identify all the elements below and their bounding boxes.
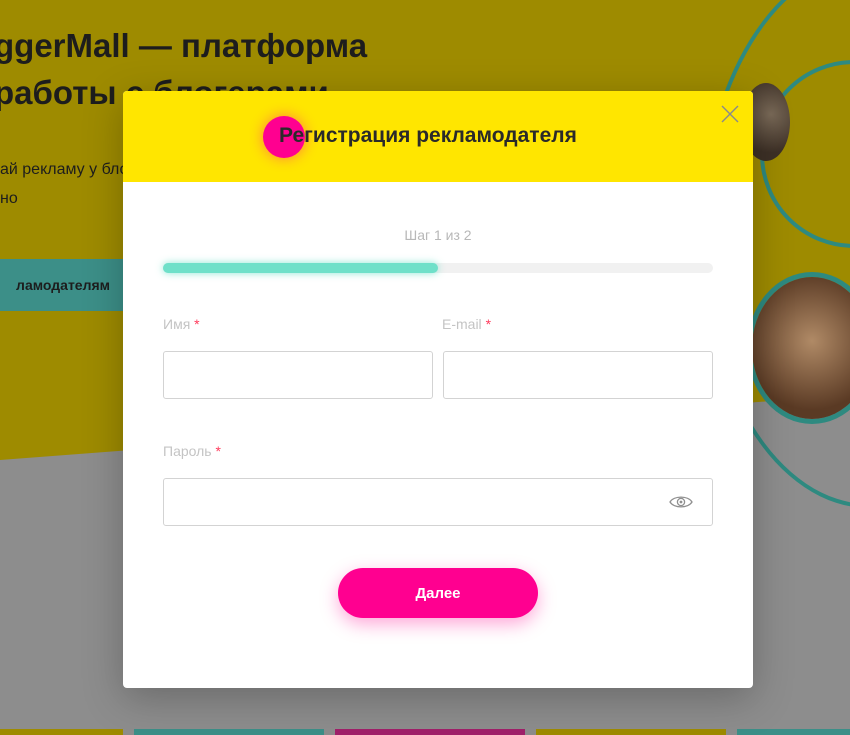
progress-bar <box>163 263 713 273</box>
email-input[interactable] <box>443 351 713 399</box>
required-mark: * <box>215 443 221 459</box>
advertisers-cta-button[interactable]: ламодателям <box>0 259 140 311</box>
hero-subtitle-line: но <box>0 190 18 207</box>
hero-title-line: ggerMall — платформа <box>0 27 368 64</box>
hero-subtitle: ай рекламу у бло но <box>0 155 128 213</box>
name-label-text: Имя <box>163 316 191 332</box>
hero-subtitle-line: ай рекламу у бло <box>0 161 129 178</box>
tile <box>536 729 726 735</box>
close-icon[interactable] <box>720 104 740 124</box>
modal-title: Регистрация рекламодателя <box>279 124 577 147</box>
tile <box>134 729 324 735</box>
modal-header: Регистрация рекламодателя <box>123 91 753 182</box>
progress-fill <box>163 263 438 273</box>
tile <box>0 729 123 735</box>
eye-icon[interactable] <box>669 494 693 510</box>
bottom-tiles <box>0 729 850 735</box>
name-label: Имя * <box>163 316 200 332</box>
password-input[interactable] <box>163 478 713 526</box>
registration-modal: Регистрация рекламодателя Шаг 1 из 2 Имя… <box>123 91 753 688</box>
email-label-text: E-mail <box>442 316 482 332</box>
next-button[interactable]: Далее <box>338 568 538 618</box>
step-indicator: Шаг 1 из 2 <box>404 227 472 243</box>
email-label: E-mail * <box>442 316 491 332</box>
required-mark: * <box>194 316 200 332</box>
name-input[interactable] <box>163 351 433 399</box>
password-label-text: Пароль <box>163 443 212 459</box>
password-label: Пароль * <box>163 443 221 459</box>
tile <box>335 729 525 735</box>
required-mark: * <box>485 316 492 332</box>
tile <box>737 729 850 735</box>
